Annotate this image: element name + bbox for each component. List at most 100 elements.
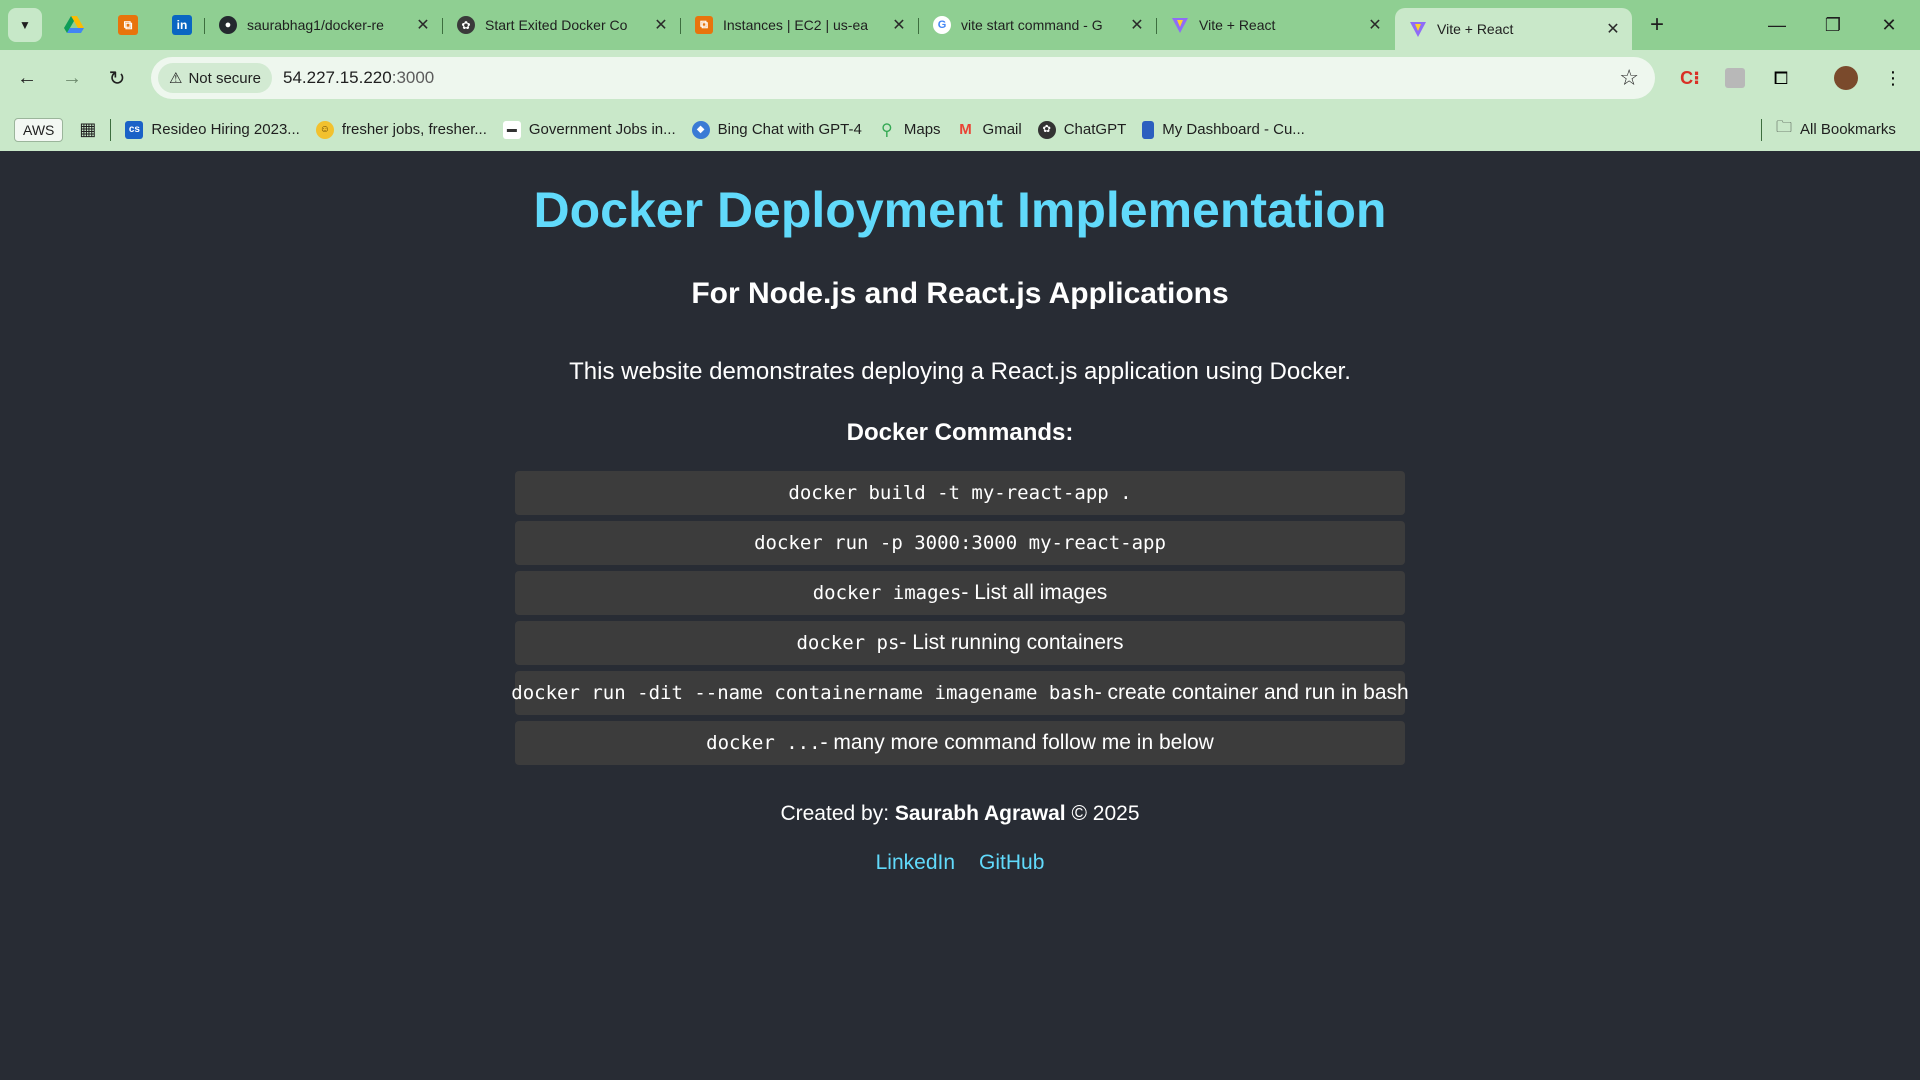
warning-icon: ⚠ bbox=[169, 70, 183, 87]
aws-icon: ⧉ bbox=[118, 15, 138, 35]
minimize-icon: — bbox=[1768, 14, 1786, 35]
reload-button[interactable]: ↻ bbox=[100, 61, 134, 95]
tab-ec2[interactable]: ⧉ Instances | EC2 | us-ea ✕ bbox=[680, 8, 918, 42]
bookmark-aws[interactable]: AWS bbox=[14, 117, 64, 142]
tab-divider bbox=[442, 18, 443, 34]
bookmark-label: All Bookmarks bbox=[1800, 121, 1896, 138]
close-window-button[interactable]: ✕ bbox=[1861, 0, 1917, 50]
github-icon: ● bbox=[219, 16, 237, 34]
arrow-left-icon: ← bbox=[17, 66, 37, 89]
command-item: docker ps - List running containers bbox=[515, 621, 1405, 665]
bookmark-gmail[interactable]: M Gmail bbox=[949, 115, 1030, 145]
close-icon[interactable]: ✕ bbox=[1128, 15, 1146, 35]
bookmark-government-jobs[interactable]: ▬ Government Jobs in... bbox=[495, 115, 684, 145]
command-code: docker run -p 3000:3000 my-react-app bbox=[754, 532, 1166, 554]
address-bar[interactable]: ⚠ Not secure 54.227.15.220:3000 ☆ bbox=[151, 57, 1655, 99]
close-icon[interactable]: ✕ bbox=[414, 15, 432, 35]
close-icon: ✕ bbox=[1881, 14, 1897, 35]
bookmark-label: fresher jobs, fresher... bbox=[341, 121, 487, 138]
command-code: docker ps bbox=[796, 632, 900, 654]
tab-label: Vite + React bbox=[1437, 21, 1514, 37]
browser-chrome: ▼ ⧉ in ● saurabhag1/docker-re ✕ ✿ Start … bbox=[0, 0, 1920, 151]
command-item: docker ... - many more command follow me… bbox=[515, 721, 1405, 765]
close-icon[interactable]: ✕ bbox=[1366, 15, 1384, 35]
security-chip[interactable]: ⚠ Not secure bbox=[158, 63, 272, 93]
page-content: Docker Deployment Implementation For Nod… bbox=[0, 151, 1920, 1080]
bookmark-resideo[interactable]: cs Resideo Hiring 2023... bbox=[117, 115, 307, 145]
url-text[interactable]: 54.227.15.220:3000 bbox=[283, 68, 434, 88]
command-description: - List all images bbox=[961, 581, 1108, 604]
browser-menu-button[interactable]: ⋮ bbox=[1876, 61, 1910, 95]
pinned-tab-google-drive[interactable] bbox=[52, 8, 96, 42]
extension-image-icon bbox=[1725, 68, 1745, 88]
tab-strip: ▼ ⧉ in ● saurabhag1/docker-re ✕ ✿ Start … bbox=[0, 0, 1920, 50]
gmail-icon: M bbox=[959, 121, 972, 138]
extension-button-c[interactable]: C⁝ bbox=[1673, 61, 1707, 95]
bookmark-divider bbox=[1761, 118, 1762, 141]
tab-label: Instances | EC2 | us-ea bbox=[723, 17, 869, 33]
apps-button[interactable]: ▦ bbox=[71, 115, 104, 145]
tab-divider bbox=[204, 18, 205, 34]
close-icon[interactable]: ✕ bbox=[652, 15, 670, 35]
bookmark-chatgpt[interactable]: ✿ ChatGPT bbox=[1030, 115, 1135, 145]
bookmark-star-icon[interactable]: ☆ bbox=[1619, 65, 1639, 91]
apps-grid-icon: ▦ bbox=[79, 119, 97, 139]
profile-button[interactable] bbox=[1829, 61, 1863, 95]
extension-c-icon: C⁝ bbox=[1680, 67, 1700, 88]
tab-google-search[interactable]: G vite start command - G ✕ bbox=[918, 8, 1156, 42]
url-port: :3000 bbox=[391, 68, 435, 87]
command-item: docker run -dit --name containername ima… bbox=[511, 671, 1409, 715]
bookmark-bing-chat[interactable]: ◆ Bing Chat with GPT-4 bbox=[684, 115, 870, 145]
bookmark-label: Maps bbox=[903, 121, 941, 138]
minimize-button[interactable]: — bbox=[1749, 0, 1805, 50]
vite-icon bbox=[1409, 20, 1427, 38]
linkedin-link[interactable]: LinkedIn bbox=[876, 851, 955, 875]
tab-vite-react[interactable]: Vite + React ✕ bbox=[1156, 8, 1394, 42]
tab-label: Start Exited Docker Co bbox=[485, 17, 628, 33]
bookmark-label: Bing Chat with GPT-4 bbox=[717, 121, 862, 138]
tab-github[interactable]: ● saurabhag1/docker-re ✕ bbox=[204, 8, 442, 42]
tab-divider bbox=[1156, 18, 1157, 34]
linkedin-icon: in bbox=[172, 15, 192, 35]
bookmark-divider bbox=[110, 118, 112, 141]
folder-icon: 🗀 bbox=[1776, 119, 1793, 136]
govjobs-icon: ▬ bbox=[502, 120, 521, 139]
extension-button-profile[interactable] bbox=[1718, 61, 1752, 95]
chevron-down-icon: ▼ bbox=[19, 18, 31, 32]
bookmark-label: ChatGPT bbox=[1063, 121, 1127, 138]
extensions-menu-button[interactable]: ⧠ bbox=[1764, 61, 1798, 95]
bookmark-maps[interactable]: ⚲ Maps bbox=[870, 115, 949, 145]
close-icon[interactable]: ✕ bbox=[1604, 19, 1622, 39]
bookmark-my-dashboard[interactable]: My Dashboard - Cu... bbox=[1134, 115, 1313, 145]
puzzle-icon: ⧠ bbox=[1773, 67, 1789, 88]
dashboard-icon bbox=[1142, 120, 1155, 139]
command-item: docker images - List all images bbox=[515, 571, 1405, 615]
command-code: docker images bbox=[812, 582, 962, 604]
bookmarks-bar: AWS ▦ cs Resideo Hiring 2023... ☺ freshe… bbox=[0, 108, 1920, 151]
close-icon[interactable]: ✕ bbox=[890, 15, 908, 35]
url-host: 54.227.15.220 bbox=[283, 68, 392, 87]
cs-icon: cs bbox=[125, 120, 144, 139]
forward-button[interactable]: → bbox=[55, 61, 89, 95]
tab-chatgpt[interactable]: ✿ Start Exited Docker Co ✕ bbox=[442, 8, 680, 42]
vite-icon bbox=[1171, 16, 1189, 34]
browser-toolbar: ← → ↻ ⚠ Not secure 54.227.15.220:3000 ☆ … bbox=[0, 50, 1920, 108]
restore-button[interactable]: ❐ bbox=[1805, 0, 1861, 50]
plus-icon: + bbox=[1649, 11, 1664, 38]
aws-icon: ⧉ bbox=[695, 16, 713, 34]
tab-search-button[interactable]: ▼ bbox=[8, 8, 42, 42]
credit-prefix: Created by: bbox=[780, 802, 895, 825]
bing-icon: ◆ bbox=[691, 120, 710, 139]
new-tab-button[interactable]: + bbox=[1640, 8, 1674, 42]
tab-vite-react-active[interactable]: Vite + React ✕ bbox=[1395, 8, 1632, 50]
bookmark-fresher-jobs[interactable]: ☺ fresher jobs, fresher... bbox=[308, 115, 495, 145]
all-bookmarks-button[interactable]: 🗀 All Bookmarks bbox=[1768, 115, 1904, 145]
pinned-tab-aws[interactable]: ⧉ bbox=[106, 8, 150, 42]
commands-list: docker build -t my-react-app . docker ru… bbox=[511, 471, 1409, 771]
pinned-tab-linkedin[interactable]: in bbox=[160, 8, 204, 42]
back-button[interactable]: ← bbox=[10, 61, 44, 95]
github-link[interactable]: GitHub bbox=[979, 851, 1044, 875]
author-name: Saurabh Agrawal bbox=[894, 802, 1066, 825]
command-description: - many more command follow me in below bbox=[820, 731, 1214, 754]
command-item: docker build -t my-react-app . bbox=[515, 471, 1405, 515]
